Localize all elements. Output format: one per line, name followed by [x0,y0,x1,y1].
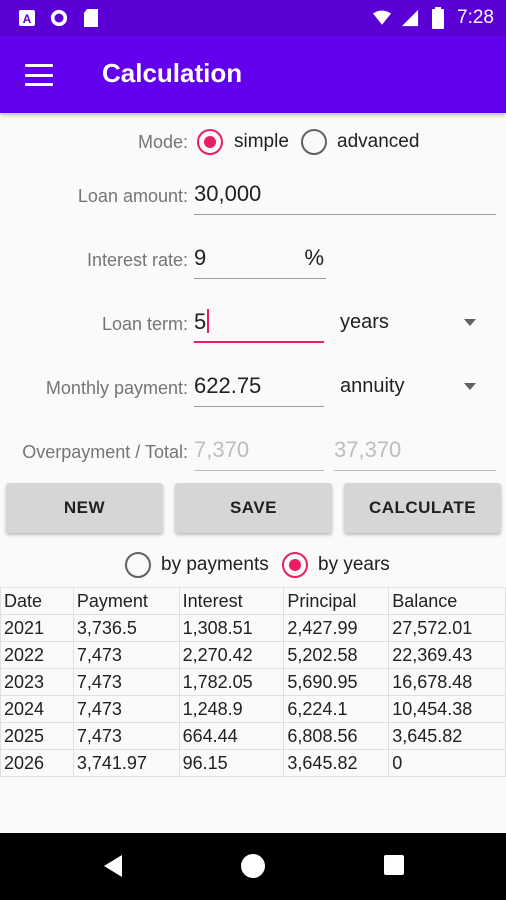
column-header: Balance [388,587,506,615]
table-cell: 22,369.43 [388,641,506,669]
percent-unit: % [304,245,324,270]
page-title: Calculation [102,58,243,88]
app-bar: Calculation [0,36,506,113]
column-header: Date [0,587,74,615]
table-cell: 27,572.01 [388,614,506,642]
overpayment-label: Overpayment / Total: [22,442,188,462]
mode-simple-radio[interactable] [197,129,223,155]
table-cell: 2,270.42 [178,641,285,669]
payment-type-dropdown[interactable]: annuity [334,371,496,407]
mode-advanced-label[interactable]: advanced [337,131,419,153]
battery-icon [429,7,447,29]
monthly-payment-label: Monthly payment: [45,378,188,398]
total-field: 37,370 [334,435,496,471]
table-cell: 16,678.48 [388,668,506,696]
interest-rate-label: Interest rate: [86,250,188,270]
table-cell: 3,736.5 [72,614,180,642]
table-cell: 6,808.56 [283,722,390,750]
by-payments-label[interactable]: by payments [161,554,269,576]
table-cell: 3,645.82 [283,749,390,777]
home-icon[interactable] [241,854,265,878]
table-cell: 3,741.97 [72,749,180,777]
new-button[interactable]: NEW [6,483,163,533]
table-row: 2023 7,473 1,782.05 5,690.95 16,678.48 [0,668,506,696]
loan-amount-label: Loan amount: [77,186,188,206]
table-cell: 2023 [0,668,74,696]
table-cell: 0 [388,749,506,777]
monthly-payment-input[interactable]: 622.75 [194,371,324,407]
circle-notification-icon [50,9,68,27]
table-header-row: Date Payment Interest Principal Balance [0,587,506,615]
table-cell: 10,454.38 [388,695,506,723]
loan-term-value: 5 [194,309,207,334]
table-cell: 1,248.9 [178,695,285,723]
calculate-button[interactable]: CALCULATE [344,483,501,533]
by-payments-radio[interactable] [125,552,151,578]
table-cell: 664.44 [178,722,285,750]
table-cell: 5,690.95 [283,668,390,696]
table-cell: 7,473 [72,668,180,696]
status-time: 7:28 [457,7,494,28]
chevron-down-icon [464,319,476,326]
table-cell: 7,473 [72,641,180,669]
table-cell: 2024 [0,695,74,723]
table-cell: 7,473 [72,695,180,723]
mode-advanced-radio[interactable] [301,129,327,155]
table-cell: 2022 [0,641,74,669]
signal-icon [401,9,419,27]
column-header: Principal [283,587,390,615]
table-cell: 1,782.05 [178,668,285,696]
sd-card-icon [82,9,100,27]
schedule-table: Date Payment Interest Principal Balance … [0,587,506,777]
column-header: Interest [178,587,285,615]
mode-label: Mode: [137,132,188,152]
table-cell: 2025 [0,722,74,750]
table-cell: 5,202.58 [283,641,390,669]
menu-icon[interactable] [22,60,56,90]
mode-simple-label[interactable]: simple [234,131,289,153]
table-cell: 2021 [0,614,74,642]
table-cell: 7,473 [72,722,180,750]
table-cell: 6,224.1 [283,695,390,723]
svg-text:A: A [23,12,32,26]
system-nav-bar [0,833,506,900]
table-row: 2025 7,473 664.44 6,808.56 3,645.82 [0,722,506,750]
table-row: 2021 3,736.5 1,308.51 2,427.99 27,572.01 [0,614,506,642]
by-years-label[interactable]: by years [318,554,390,576]
payment-type-value: annuity [340,375,405,397]
column-header: Payment [72,587,180,615]
table-cell: 1,308.51 [178,614,285,642]
table-row: 2026 3,741.97 96.15 3,645.82 0 [0,749,506,777]
by-years-radio[interactable] [282,552,308,578]
table-cell: 2,427.99 [283,614,390,642]
loan-amount-input[interactable]: 30,000 [194,179,496,215]
interest-rate-input[interactable]: 9 % [194,243,326,279]
status-bar: A 7:28 [0,0,506,36]
table-row: 2024 7,473 1,248.9 6,224.1 10,454.38 [0,695,506,723]
table-cell: 3,645.82 [388,722,506,750]
a-notification-icon: A [18,9,36,27]
chevron-down-icon [464,383,476,390]
overpayment-field: 7,370 [194,435,324,471]
table-cell: 2026 [0,749,74,777]
loan-term-unit-dropdown[interactable]: years [334,307,496,343]
loan-term-unit-value: years [340,311,389,333]
table-row: 2022 7,473 2,270.42 5,202.58 22,369.43 [0,641,506,669]
recent-apps-icon[interactable] [384,855,404,875]
text-cursor [207,309,210,333]
interest-rate-value: 9 [194,245,207,270]
table-cell: 96.15 [178,749,285,777]
back-icon[interactable] [104,855,122,877]
save-button[interactable]: SAVE [175,483,332,533]
loan-term-label: Loan term: [101,314,188,334]
wifi-icon [373,9,392,27]
loan-term-input[interactable]: 5 [194,307,324,343]
